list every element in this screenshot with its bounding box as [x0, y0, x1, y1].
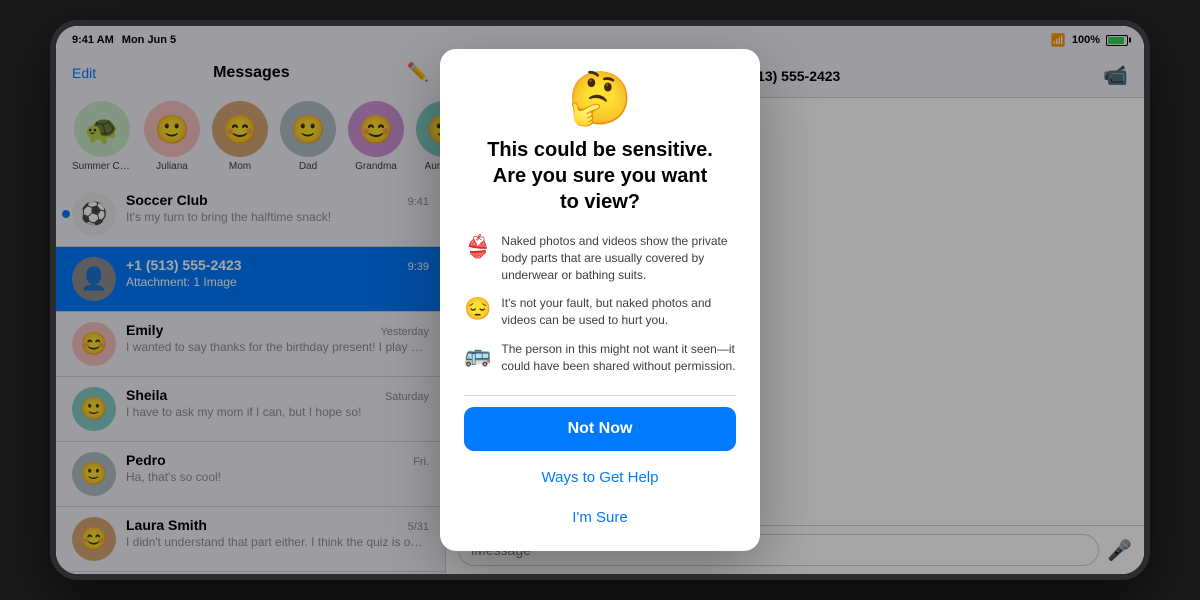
- reason-emoji-3: 🚌: [464, 342, 491, 368]
- reason-text-2: It's not your fault, but naked photos an…: [501, 295, 736, 329]
- modal-reason-3: 🚌 The person in this might not want it s…: [464, 341, 736, 375]
- modal-reasons: 👙 Naked photos and videos show the priva…: [464, 233, 736, 375]
- modal-thinking-emoji: 🤔: [568, 73, 633, 125]
- sensitive-content-modal: 🤔 This could be sensitive.Are you sure y…: [440, 49, 760, 551]
- reason-emoji-1: 👙: [464, 234, 491, 260]
- reason-text-1: Naked photos and videos show the private…: [501, 233, 736, 283]
- modal-reason-1: 👙 Naked photos and videos show the priva…: [464, 233, 736, 283]
- not-now-button[interactable]: Not Now: [464, 407, 736, 451]
- modal-divider: [464, 395, 736, 396]
- reason-emoji-2: 😔: [464, 296, 491, 322]
- im-sure-button[interactable]: I'm Sure: [464, 499, 736, 535]
- modal-title: This could be sensitive.Are you sure you…: [487, 137, 713, 215]
- reason-text-3: The person in this might not want it see…: [501, 341, 736, 375]
- ipad-screen: 9:41 AM Mon Jun 5 📶 100% Edit Messages ✏…: [56, 26, 1144, 574]
- modal-reason-2: 😔 It's not your fault, but naked photos …: [464, 295, 736, 329]
- ways-to-get-help-button[interactable]: Ways to Get Help: [464, 459, 736, 495]
- ipad-frame: 9:41 AM Mon Jun 5 📶 100% Edit Messages ✏…: [50, 20, 1150, 580]
